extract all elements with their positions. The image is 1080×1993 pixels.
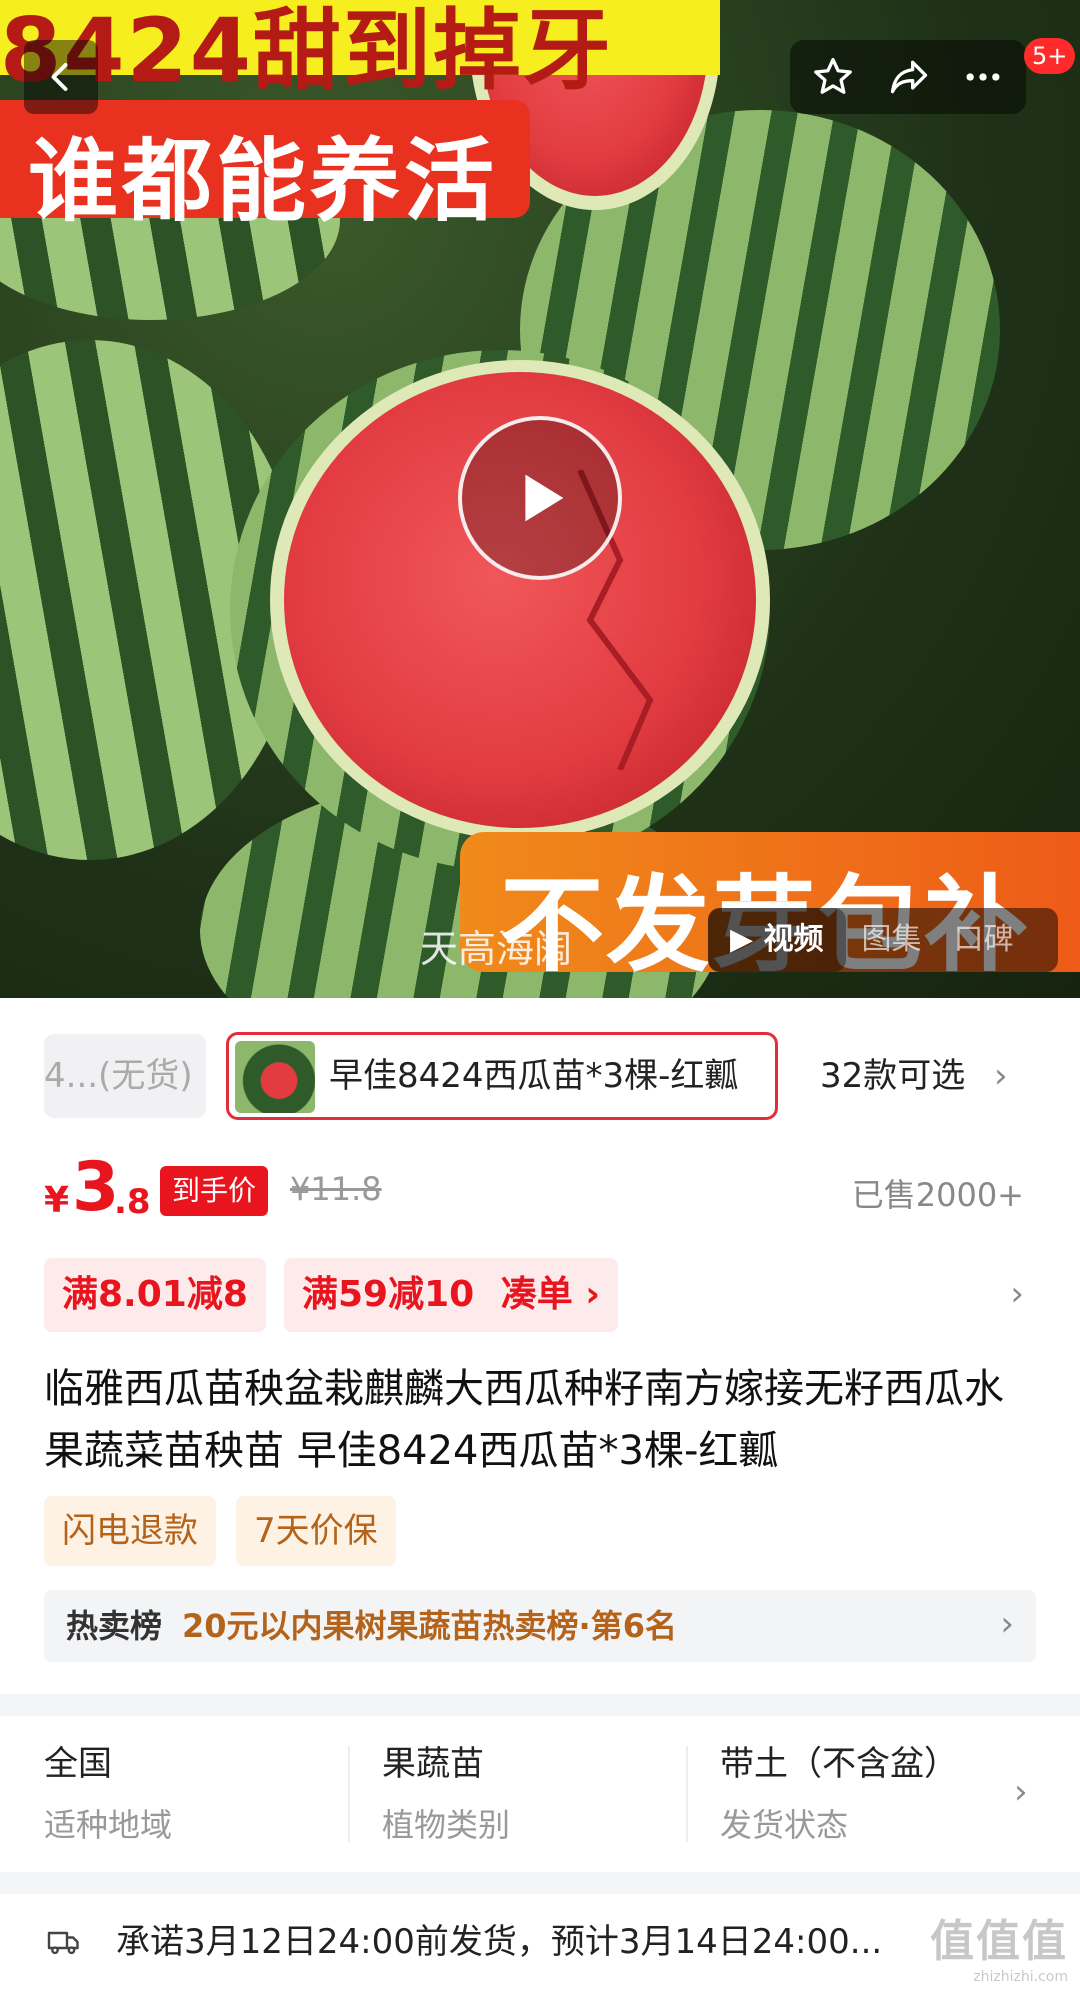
notification-badge: 5+ (1024, 38, 1076, 74)
truck-icon (47, 1931, 79, 1955)
tab-video-label: 视频 (763, 922, 824, 957)
sku-selected-label: 早佳8424西瓜苗*3棵-红瓤 (329, 1056, 739, 1096)
product-media-hero[interactable]: 8424甜到掉牙 谁都能养活 不发芽包补 天高海阔 5+ (0, 0, 1080, 998)
site-watermark: 值值值 zhizhizhi.com (930, 1905, 1068, 1985)
final-price-tag: 到手价 (160, 1166, 269, 1216)
share-button[interactable] (882, 50, 936, 104)
price-integer: 3 (72, 1148, 120, 1227)
product-title: 临雅西瓜苗秧盆栽麒麟大西瓜种籽南方嫁接无籽西瓜水果蔬菜苗秧苗 早佳8424西瓜苗… (44, 1366, 1004, 1474)
section-divider (0, 1694, 1080, 1716)
sku-selector: 4...(无货) 早佳8424西瓜苗*3棵-红瓤 32款可选 › (0, 1030, 1080, 1122)
site-watermark-big: 值值值 (930, 1916, 1068, 1967)
tab-reviews[interactable]: 口碑 (938, 908, 1030, 972)
share-icon (890, 60, 928, 94)
coupon-2-label: 满59减10 (302, 1274, 475, 1315)
sold-count: 已售2000+ (851, 1176, 1024, 1214)
star-icon (814, 57, 852, 94)
coupon-2-action[interactable]: 凑单 › (501, 1274, 600, 1315)
top-actions (790, 40, 1026, 114)
attribute-value: 果蔬苗 (382, 1744, 484, 1784)
coupon-1[interactable]: 满8.01减8 (44, 1258, 266, 1332)
hot-rank-banner[interactable]: 热卖榜 20元以内果树果蔬苗热卖榜·第6名 › (44, 1590, 1036, 1662)
sku-option-previous[interactable]: 4...(无货) (44, 1034, 206, 1118)
shop-watermark: 天高海阔 (420, 927, 573, 971)
currency-symbol: ¥ (44, 1180, 70, 1221)
guarantee-price-protect[interactable]: 7天价保 (236, 1496, 396, 1566)
promo-banner-top: 8424甜到掉牙 (0, 0, 720, 102)
back-button[interactable] (24, 40, 98, 114)
attribute-separator (348, 1746, 350, 1842)
site-watermark-small: zhizhizhi.com (973, 1969, 1068, 1985)
attribute-plant-type: 果蔬苗 植物类别 (382, 1716, 682, 1872)
media-tabs: ▶ 视频 图集 口碑 (708, 908, 1058, 972)
play-video-button[interactable] (458, 416, 622, 580)
sku-count-link[interactable]: 32款可选 (820, 1030, 965, 1122)
section-divider (0, 1872, 1080, 1894)
promo-banner-red: 谁都能养活 (0, 100, 530, 234)
attribute-key: 适种地域 (44, 1806, 173, 1844)
price-decimal: .8 (114, 1182, 151, 1222)
attribute-key: 植物类别 (382, 1806, 511, 1844)
more-dots-icon (966, 73, 1000, 81)
more-button[interactable] (956, 50, 1010, 104)
chevron-right-icon: › (1000, 1604, 1014, 1644)
play-small-icon: ▶ (730, 922, 754, 957)
tab-video[interactable]: ▶ 视频 (708, 908, 846, 972)
original-price: ¥11.8 (290, 1170, 382, 1208)
shipping-row[interactable]: 承诺3月12日24:00前发货，预计3月14日24:00... 值值值 zhiz… (0, 1894, 1080, 1993)
attribute-key: 发货状态 (720, 1806, 849, 1844)
sku-option-selected[interactable]: 早佳8424西瓜苗*3棵-红瓤 (226, 1032, 778, 1120)
coupon-row[interactable]: 满8.01减8 满59减10 凑单 › › (44, 1258, 1044, 1332)
favorite-button[interactable] (806, 50, 860, 104)
tab-gallery[interactable]: 图集 (846, 908, 938, 972)
chevron-right-icon[interactable]: › (994, 1056, 1008, 1096)
chevron-left-icon (51, 63, 68, 91)
attribute-region: 全国 适种地域 (44, 1716, 344, 1872)
attribute-value: 全国 (44, 1744, 112, 1784)
attribute-shipping-state: 带土（不含盆） 发货状态 (720, 1716, 1020, 1872)
attribute-separator (686, 1746, 688, 1842)
rank-text: 20元以内果树果蔬苗热卖榜·第6名 (182, 1607, 677, 1645)
play-icon (525, 474, 564, 522)
guarantee-fast-refund[interactable]: 闪电退款 (44, 1496, 216, 1566)
coupon-2[interactable]: 满59减10 凑单 › (284, 1258, 619, 1332)
banner-red-text: 谁都能养活 (28, 129, 498, 234)
chevron-right-icon: › (1014, 1772, 1028, 1812)
shipping-promise: 承诺3月12日24:00前发货，预计3月14日24:00... (116, 1922, 883, 1962)
attributes-row[interactable]: 全国 适种地域 果蔬苗 植物类别 带土（不含盆） 发货状态 › (0, 1716, 1080, 1872)
sku-thumbnail (235, 1041, 315, 1113)
rank-prefix: 热卖榜 (66, 1607, 163, 1645)
price-row: ¥ 3 .8 到手价 ¥11.8 已售2000+ (44, 1148, 1044, 1230)
chevron-right-icon[interactable]: › (1010, 1274, 1024, 1314)
attribute-value: 带土（不含盆） (720, 1744, 958, 1784)
